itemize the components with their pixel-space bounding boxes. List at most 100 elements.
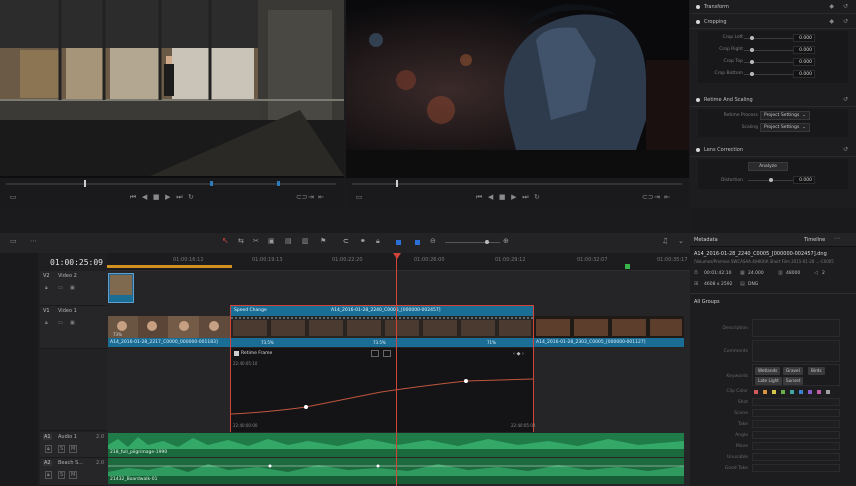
crop-bottom-knob[interactable] xyxy=(750,72,754,76)
clip-color-swatch[interactable] xyxy=(790,390,794,394)
play-reverse-icon[interactable]: ◀ xyxy=(140,193,150,201)
program-playhead[interactable] xyxy=(396,180,398,187)
keyword-tag[interactable]: Wetlands xyxy=(755,367,781,375)
program-scrubber[interactable] xyxy=(352,183,682,185)
selection-tool-icon[interactable]: ↖ xyxy=(222,236,229,245)
clip-color-swatch[interactable] xyxy=(754,390,758,394)
clip-color-swatch[interactable] xyxy=(772,390,776,394)
playhead-handle[interactable] xyxy=(393,253,401,259)
solo-button[interactable]: S xyxy=(58,471,66,479)
crop-top-knob[interactable] xyxy=(750,60,754,64)
clip-color-swatches[interactable] xyxy=(752,388,842,396)
keyword-tag[interactable]: Gravel xyxy=(783,367,803,375)
insert-icon[interactable]: ▣ xyxy=(268,237,275,245)
play-icon[interactable]: ▶ xyxy=(163,193,173,201)
zoom-out-icon[interactable]: ⊖ xyxy=(430,237,436,245)
metadata-group-selector[interactable]: All Groups xyxy=(694,299,720,305)
clip-color-swatch[interactable] xyxy=(763,390,767,394)
timeline-playhead[interactable] xyxy=(396,253,397,486)
auto-select-icon[interactable]: ▣ xyxy=(70,285,75,291)
zoom-slider-knob[interactable] xyxy=(485,240,489,244)
blade-tool-icon[interactable]: ✂ xyxy=(253,237,259,245)
play-reverse-icon[interactable]: ◀ xyxy=(486,193,496,201)
program-output-icons[interactable]: ⊂⊃⇥ ⇤ xyxy=(642,193,672,201)
lock-icon[interactable]: 🔒︎ xyxy=(45,320,48,326)
monitor-icon[interactable]: ▭ xyxy=(58,285,63,291)
shot-field[interactable] xyxy=(752,398,840,406)
replace-icon[interactable]: ▥ xyxy=(302,237,309,245)
loop-icon[interactable]: ↻ xyxy=(532,193,542,201)
v1-clip-right[interactable]: A14_2016-01-28_2303_C0005_[000000-001127… xyxy=(534,316,684,348)
stop-icon[interactable]: ■ xyxy=(151,193,161,201)
more-icon[interactable]: ⋯ xyxy=(834,235,840,242)
source-scrubber[interactable] xyxy=(6,183,336,185)
stop-icon[interactable]: ■ xyxy=(497,193,507,201)
retime-process-dropdown[interactable]: Project Settings ⌄ xyxy=(760,111,810,120)
solo-button[interactable]: S xyxy=(58,445,66,453)
comments-field[interactable] xyxy=(752,340,840,362)
lock-icon[interactable]: 🔒︎ xyxy=(376,237,380,246)
track-header-v2[interactable]: V2 Video 2 🔒︎ ▭ ▣ xyxy=(40,271,107,306)
timeline-tab[interactable]: Timeline xyxy=(804,237,825,243)
flag-icon[interactable]: ⚑ xyxy=(320,237,326,245)
more-icon[interactable]: ⋯ xyxy=(30,237,37,245)
keywords-field[interactable]: Wetlands Gravel Birds Late Light Sunset xyxy=(752,364,840,386)
description-field[interactable] xyxy=(752,319,840,337)
retime-section[interactable]: Retime And Scaling ↺ xyxy=(690,93,856,107)
marker-color-icon[interactable] xyxy=(415,240,420,245)
jump-end-icon[interactable]: ⏭ xyxy=(174,193,184,202)
in-out-range-bar[interactable] xyxy=(107,265,232,268)
loop-icon[interactable]: ↻ xyxy=(186,193,196,201)
unusable-field[interactable] xyxy=(752,453,840,461)
v1-clip-selected[interactable]: Speed Change A14_2016-01-28_2240_C0005_[… xyxy=(230,305,535,432)
cropping-section[interactable]: Cropping ◆ ↺ xyxy=(690,15,856,29)
source-viewer[interactable]: ▭ ⏮ ◀ ■ ▶ ⏭ ↻ ⊂⊃⇥ ⇤ xyxy=(0,0,344,208)
crop-left-value[interactable]: 0.000 xyxy=(793,34,815,42)
clip-color-swatch[interactable] xyxy=(781,390,785,394)
good-take-field[interactable] xyxy=(752,464,840,472)
retime-curve-editor[interactable]: Retime Frame ‹ ◆ › 22:40:05:10 22:40:00:… xyxy=(231,348,535,432)
diamond-icon[interactable]: ◆ xyxy=(829,18,834,25)
green-marker[interactable] xyxy=(625,264,630,269)
lens-correction-toggle[interactable] xyxy=(696,148,700,152)
track-header-v1[interactable]: V1 Video 1 🔒︎ ▭ ▣ xyxy=(40,306,107,349)
zoom-slider[interactable] xyxy=(445,242,500,243)
lock-icon[interactable]: 🔒︎ xyxy=(45,445,52,453)
source-viewer-menu-icon[interactable]: ▭ xyxy=(8,193,18,201)
overwrite-icon[interactable]: ▤ xyxy=(285,237,292,245)
analyze-button[interactable]: Analyze xyxy=(748,162,788,171)
keyword-tag[interactable]: Sunset xyxy=(783,377,804,385)
crop-left-knob[interactable] xyxy=(750,36,754,40)
track-header-a1[interactable]: A1 Audio 1 2.0 🔒︎ S M xyxy=(40,432,107,458)
snapping-icon[interactable]: ⊂ xyxy=(343,237,349,245)
jump-start-icon[interactable]: ⏮ xyxy=(128,193,138,202)
layout-icon[interactable]: ▭ xyxy=(10,237,17,245)
speed-change-bar[interactable]: Speed Change A14_2016-01-28_2240_C0005_[… xyxy=(231,306,533,316)
clip-color-swatch[interactable] xyxy=(826,390,830,394)
source-playhead[interactable] xyxy=(84,180,86,187)
clip-color-swatch[interactable] xyxy=(808,390,812,394)
transform-section[interactable]: Transform ◆ ↺ xyxy=(690,0,856,14)
distortion-value[interactable]: 0.000 xyxy=(793,176,815,184)
lock-icon[interactable]: 🔒︎ xyxy=(45,471,52,479)
reset-icon[interactable]: ↺ xyxy=(843,146,848,153)
trim-tool-icon[interactable]: ⇆ xyxy=(238,237,244,245)
reset-icon[interactable]: ↺ xyxy=(843,96,848,103)
jump-end-icon[interactable]: ⏭ xyxy=(520,193,530,202)
lens-correction-section[interactable]: Lens Correction ↺ xyxy=(690,143,856,157)
crop-right-knob[interactable] xyxy=(750,48,754,52)
chevron-down-icon[interactable]: ⌄ xyxy=(678,237,684,245)
clip-color-swatch[interactable] xyxy=(817,390,821,394)
v1-clip-left[interactable]: A14_2016-01-28_2217_C0000_000000-001183]… xyxy=(108,316,230,348)
monitor-icon[interactable]: ▭ xyxy=(58,320,63,326)
auto-select-icon[interactable]: ▣ xyxy=(70,320,75,326)
timecode-box[interactable]: 01:00:25:09 xyxy=(40,253,107,271)
v2-clip[interactable] xyxy=(108,273,134,303)
angle-field[interactable] xyxy=(752,431,840,439)
lock-icon[interactable]: 🔒︎ xyxy=(45,285,48,291)
transform-toggle[interactable] xyxy=(696,5,700,9)
crop-right-value[interactable]: 0.000 xyxy=(793,46,815,54)
scene-field[interactable] xyxy=(752,409,840,417)
crop-bottom-value[interactable]: 0.000 xyxy=(793,70,815,78)
keyword-tag[interactable]: Late Light xyxy=(755,377,782,385)
